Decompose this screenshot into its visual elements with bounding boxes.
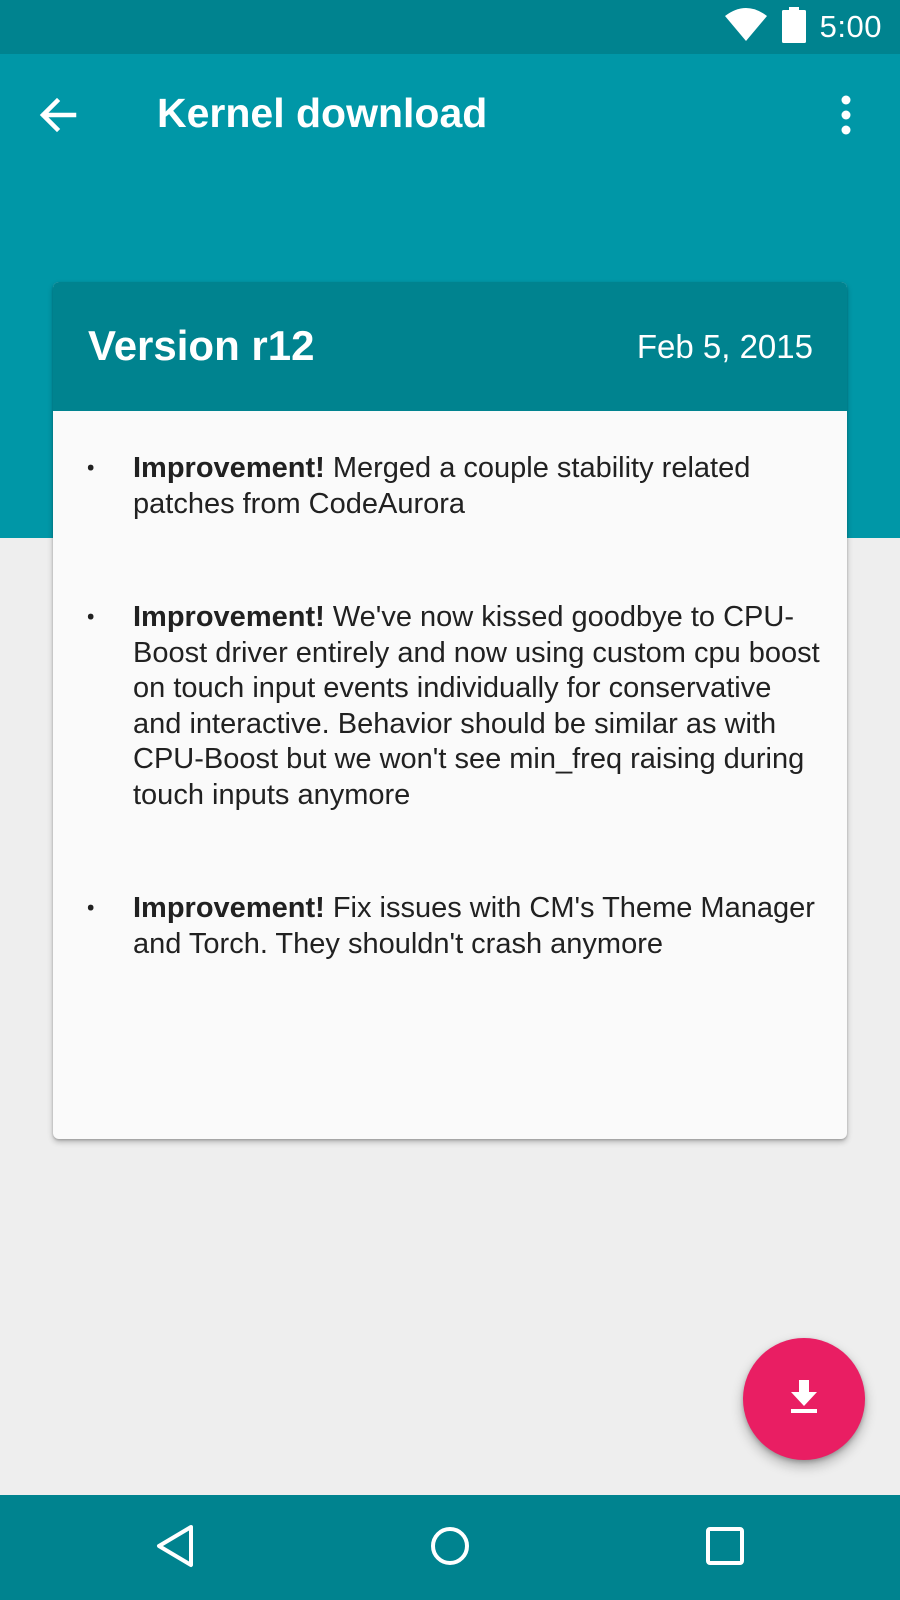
status-bar: 5:00 [0,0,900,54]
status-time: 5:00 [819,9,882,44]
download-icon [789,1380,819,1418]
version-title: Version r12 [88,322,315,369]
bullet-icon: • [86,452,96,485]
overflow-menu-button[interactable] [814,85,878,149]
back-button[interactable] [26,85,90,149]
navigation-bar [0,1495,900,1600]
nav-home-icon [429,1525,471,1571]
bullet-icon: • [86,892,96,925]
changelog-text: Improvement! Merged a couple stability r… [133,451,823,522]
nav-back-icon [155,1524,195,1572]
release-card-header: Version r12 Feb 5, 2015 [53,282,847,411]
nav-home-button[interactable] [415,1513,485,1583]
toolbar: Kernel download [0,54,900,180]
changelog-label: Improvement! [133,601,325,633]
more-vert-icon [840,95,852,139]
changelog-label: Improvement! [133,452,325,484]
status-icons: 5:00 [724,0,882,54]
bullet-icon: • [86,601,96,634]
nav-back-button[interactable] [140,1513,210,1583]
page-title: Kernel download [157,90,488,136]
nav-recents-button[interactable] [690,1513,760,1583]
battery-icon [781,7,806,47]
download-fab[interactable] [743,1338,865,1460]
nav-recents-icon [705,1526,745,1570]
release-date: Feb 5, 2015 [636,328,813,365]
release-card: Version r12 Feb 5, 2015 • Improvement! M… [53,282,847,1139]
wifi-icon [724,8,768,46]
arrow-back-icon [38,97,78,137]
changelog-text: Improvement! Fix issues with CM's Theme … [133,891,823,962]
changelog-label: Improvement! [133,892,325,924]
changelog-text: Improvement! We've now kissed goodbye to… [133,600,823,813]
